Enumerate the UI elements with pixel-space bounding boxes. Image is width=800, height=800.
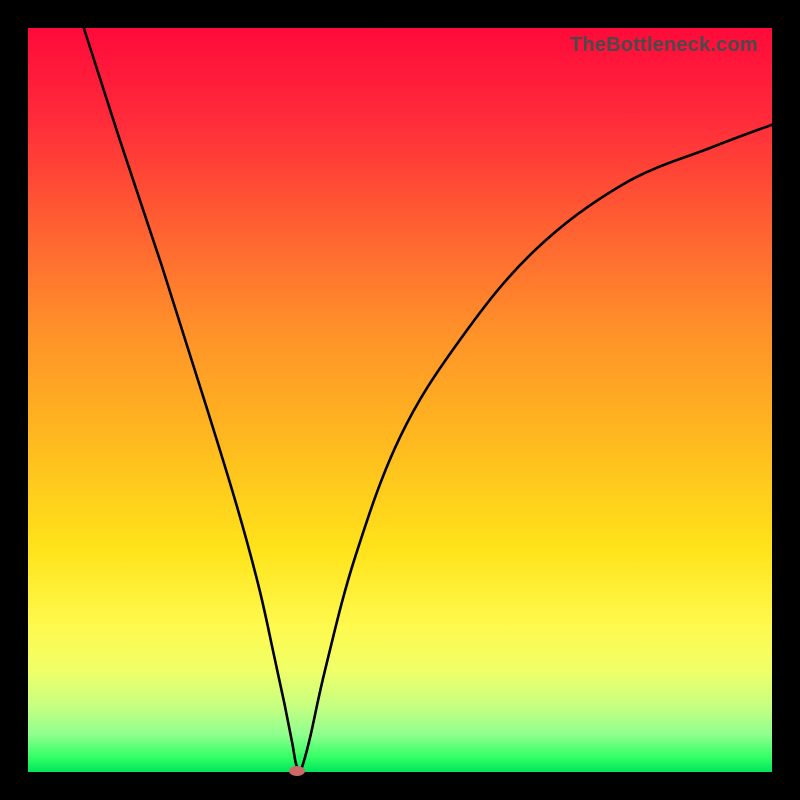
plot-area: TheBottleneck.com xyxy=(28,28,772,772)
bottleneck-curve xyxy=(28,28,772,772)
optimal-point-marker xyxy=(289,766,305,776)
chart-frame: TheBottleneck.com xyxy=(0,0,800,800)
